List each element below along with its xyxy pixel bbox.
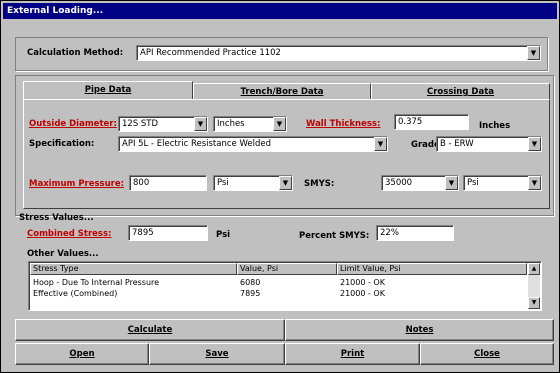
chevron-down-icon[interactable]: ▼ [527, 46, 540, 60]
stress-values-heading: Stress Values... [19, 213, 94, 223]
specification-value: API 5L - Electric Resistance Welded [122, 139, 271, 149]
smys-label: SMYS: [304, 179, 335, 189]
maximum-pressure-unit: Psi [217, 178, 229, 188]
stress-results-table[interactable]: Stress Type Value, Psi Limit Value, Psi … [28, 261, 542, 311]
outside-diameter-label: Outside Diameter: [29, 119, 117, 129]
combined-stress-unit: Psi [216, 230, 231, 240]
table-cell-limit: 21000 - OK [340, 289, 385, 298]
calc-method-label: Calculation Method: [27, 48, 124, 58]
smys-unit: Psi [467, 178, 479, 188]
combined-stress-label: Combined Stress: [27, 229, 112, 239]
tab-crossing-data-label: Crossing Data [427, 87, 494, 97]
chevron-down-icon[interactable]: ▼ [279, 176, 292, 190]
chevron-down-icon[interactable]: ▼ [528, 137, 541, 151]
open-button[interactable]: Open [15, 343, 149, 365]
wall-thickness-value: 0.375 [398, 117, 423, 127]
close-button-label: Close [474, 349, 500, 359]
open-button-label: Open [69, 349, 95, 359]
calculate-button-label: Calculate [127, 325, 173, 335]
percent-smys-output: 22% [376, 225, 454, 241]
external-loading-window: External Loading... Calculation Method: … [0, 0, 560, 373]
notes-button-label: Notes [405, 325, 434, 335]
maximum-pressure-label: Maximum Pressure: [29, 179, 125, 189]
outside-diameter-unit: Inches [217, 119, 245, 129]
wall-thickness-unit: Inches [479, 121, 511, 131]
save-button-label: Save [205, 349, 229, 359]
print-button[interactable]: Print [285, 343, 420, 365]
table-scrollbar[interactable]: ▲ ▼ [528, 263, 540, 309]
tab-pipe-data[interactable]: Pipe Data [23, 81, 193, 101]
smys-unit-select[interactable]: Psi ▼ [463, 175, 542, 191]
grade-value: B - ERW [440, 139, 474, 149]
calc-method-select[interactable]: API Recommended Practice 1102 ▼ [136, 45, 541, 61]
outside-diameter-select[interactable]: 12S STD ▼ [118, 116, 208, 132]
print-button-label: Print [340, 349, 365, 359]
outside-diameter-unit-select[interactable]: Inches ▼ [213, 116, 287, 132]
table-cell-limit: 21000 - OK [340, 278, 385, 287]
maximum-pressure-input[interactable]: 800 [129, 175, 207, 191]
chevron-down-icon[interactable]: ▼ [445, 176, 458, 190]
scroll-down-icon[interactable]: ▼ [528, 297, 540, 309]
calc-method-value: API Recommended Practice 1102 [140, 48, 281, 58]
wall-thickness-input[interactable]: 0.375 [394, 114, 469, 130]
grade-select[interactable]: B - ERW ▼ [436, 136, 542, 152]
smys-select[interactable]: 35000 ▼ [381, 175, 459, 191]
save-button[interactable]: Save [149, 343, 285, 365]
calculate-button[interactable]: Calculate [15, 319, 285, 341]
maximum-pressure-value: 800 [133, 178, 150, 188]
tab-pipe-data-label: Pipe Data [84, 85, 132, 95]
table-cell-stress-type: Effective (Combined) [33, 289, 118, 298]
tab-trench-bore-data-label: Trench/Bore Data [240, 87, 324, 97]
column-header-stress-type[interactable]: Stress Type [30, 263, 237, 275]
percent-smys-label: Percent SMYS: [299, 231, 370, 241]
close-button[interactable]: Close [420, 343, 554, 365]
chevron-down-icon[interactable]: ▼ [374, 137, 387, 151]
scroll-up-icon[interactable]: ▲ [528, 263, 540, 275]
percent-smys-value: 22% [380, 228, 399, 238]
outside-diameter-value: 12S STD [122, 119, 159, 129]
smys-value: 35000 [385, 178, 413, 188]
combined-stress-value: 7895 [132, 228, 154, 238]
combined-stress-output: 7895 [128, 225, 208, 241]
table-cell-value: 6080 [240, 278, 261, 287]
column-header-value[interactable]: Value, Psi [237, 263, 337, 275]
chevron-down-icon[interactable]: ▼ [273, 117, 286, 131]
wall-thickness-label: Wall Thickness: [306, 119, 381, 129]
column-header-limit-value[interactable]: Limit Value, Psi [337, 263, 527, 275]
window-title: External Loading... [3, 3, 557, 19]
specification-label: Specification: [29, 139, 95, 149]
maximum-pressure-unit-select[interactable]: Psi ▼ [213, 175, 293, 191]
specification-select[interactable]: API 5L - Electric Resistance Welded ▼ [118, 136, 388, 152]
table-cell-stress-type: Hoop - Due To Internal Pressure [33, 278, 160, 287]
notes-button[interactable]: Notes [285, 319, 554, 341]
chevron-down-icon[interactable]: ▼ [194, 117, 207, 131]
other-values-heading: Other Values... [27, 249, 99, 259]
chevron-down-icon[interactable]: ▼ [528, 176, 541, 190]
table-cell-value: 7895 [240, 289, 261, 298]
